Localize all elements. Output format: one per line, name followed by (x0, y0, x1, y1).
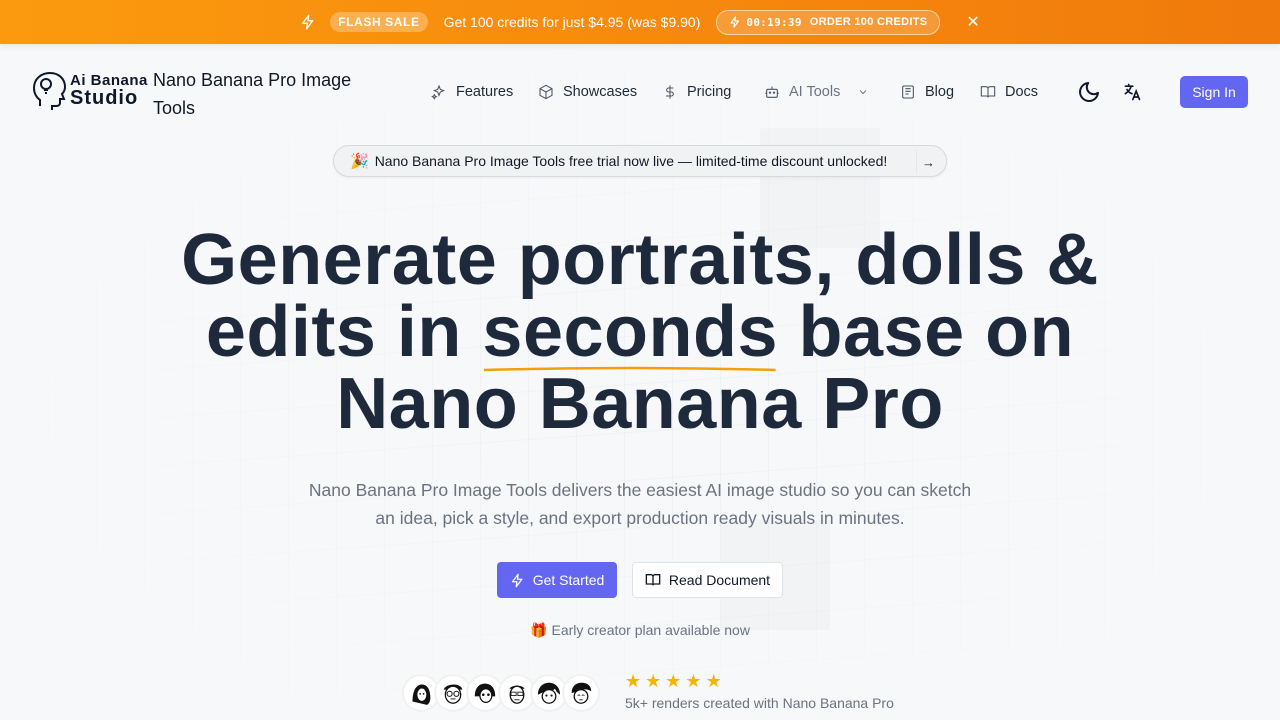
highlight-underline (484, 366, 777, 372)
renders-count: 5k+ renders created with Nano Banana Pro (625, 695, 894, 711)
star-icon: ★ (665, 671, 682, 691)
book-icon (645, 574, 661, 586)
logo[interactable]: Ai Banana Studio (32, 70, 148, 110)
announcement-text: Nano Banana Pro Image Tools free trial n… (374, 153, 888, 169)
order-credits-button[interactable]: 00:19:39 ORDER 100 CREDITS (716, 9, 941, 35)
get-started-label: Get Started (532, 572, 605, 588)
theme-toggle[interactable] (1077, 80, 1101, 104)
early-plan-note: 🎁 Early creator plan available now (0, 622, 1280, 639)
early-plan-text: Early creator plan available now (551, 622, 750, 638)
bolt-icon (511, 573, 523, 587)
hero-subtitle: Nano Banana Pro Image Tools delivers the… (308, 480, 972, 528)
bolt-icon (302, 14, 314, 30)
hero-title-highlight-text: seconds (482, 292, 779, 372)
party-popper-icon: 🎉 (350, 153, 369, 170)
logo-line-2: Studio (70, 86, 139, 109)
get-started-button[interactable]: Get Started (497, 562, 617, 598)
hero-title-highlight: seconds (482, 296, 778, 372)
language-switcher[interactable] (1122, 82, 1142, 102)
lightbulb-head-icon (32, 71, 67, 110)
nav-blog[interactable]: Blog (900, 82, 954, 102)
star-icon: ★ (645, 671, 662, 691)
nav-features-label: Features (456, 84, 514, 100)
book-icon (980, 86, 996, 98)
star-icon: ★ (625, 671, 642, 691)
translate-icon (1124, 83, 1141, 101)
sparkles-icon (431, 84, 446, 100)
close-icon[interactable]: ✕ (966, 12, 979, 32)
moon-icon (1079, 82, 1099, 102)
star-icon: ★ (705, 671, 722, 691)
order-credits-label: ORDER 100 CREDITS (809, 16, 928, 28)
countdown-timer: 00:19:39 (746, 15, 802, 29)
rating-stars: ★ ★ ★ ★ ★ (625, 672, 722, 690)
nav-blog-label: Blog (925, 84, 955, 100)
bolt-icon (730, 16, 740, 28)
announcement-pill[interactable]: 🎉 Nano Banana Pro Image Tools free trial… (333, 145, 947, 177)
nav-docs[interactable]: Docs (980, 82, 1038, 102)
cube-icon (539, 84, 553, 100)
nav-ai-tools[interactable]: AI Tools (764, 82, 869, 102)
nav-pricing[interactable]: Pricing (662, 82, 731, 102)
site-header: Ai Banana Studio Nano Banana Pro Image T… (0, 44, 1280, 140)
nav-features[interactable]: Features (431, 82, 513, 102)
promo-banner: FLASH SALE Get 100 credits for just $4.9… (0, 0, 1280, 44)
read-document-label: Read Document (668, 572, 771, 588)
promo-message: Get 100 credits for just $4.95 (was $9.9… (443, 14, 701, 30)
brand-name[interactable]: Nano Banana Pro Image Tools (153, 66, 373, 122)
star-icon: ★ (685, 671, 702, 691)
dollar-icon (666, 85, 674, 99)
chevron-down-icon (860, 90, 867, 95)
avatar (562, 674, 600, 712)
sign-in-button[interactable]: Sign In (1180, 76, 1248, 108)
read-document-button[interactable]: Read Document (632, 562, 783, 598)
nav-docs-label: Docs (1005, 84, 1039, 100)
nav-showcases[interactable]: Showcases (538, 82, 637, 102)
hero-title: Generate portraits, dolls & edits in sec… (140, 224, 1140, 440)
arrow-right-icon[interactable]: → (916, 150, 940, 174)
nav-showcases-label: Showcases (563, 84, 638, 100)
gift-icon: 🎁 (530, 622, 548, 638)
flash-sale-badge: FLASH SALE (330, 12, 428, 32)
nav-pricing-label: Pricing (687, 84, 732, 100)
nav-ai-tools-label: AI Tools (789, 84, 841, 100)
robot-icon (765, 86, 779, 98)
newspaper-icon (902, 85, 914, 99)
logo-line-1: Ai Banana (70, 71, 148, 89)
